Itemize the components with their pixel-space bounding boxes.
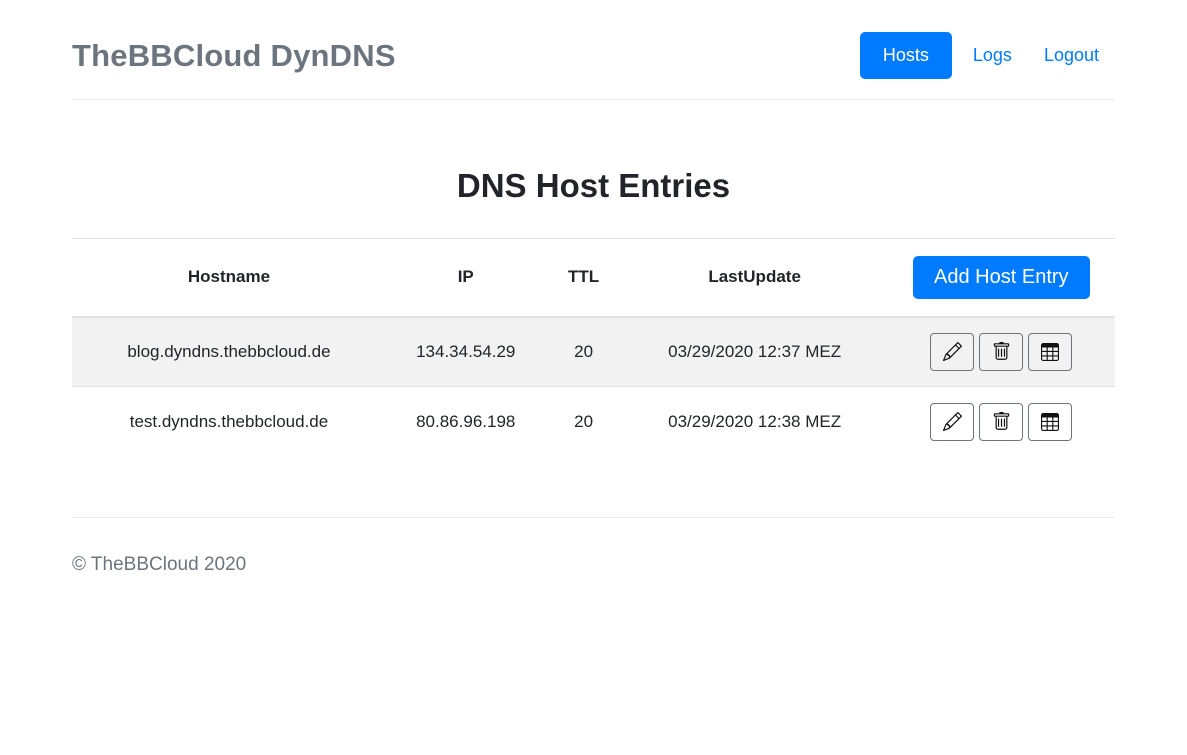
lastupdate-cell: 03/29/2020 12:38 MEZ — [622, 387, 888, 457]
page-title: DNS Host Entries — [72, 168, 1115, 204]
ttl-cell: 20 — [546, 387, 622, 457]
dns-hosts-table: Hostname IP TTL LastUpdate Add Host Entr… — [72, 238, 1115, 457]
host-details-button[interactable] — [1028, 333, 1072, 371]
nav-item-logs[interactable]: Logs — [957, 37, 1028, 74]
column-header-ip: IP — [386, 239, 546, 317]
column-header-hostname: Hostname — [72, 239, 386, 317]
site-footer: © TheBBCloud 2020 — [72, 517, 1115, 576]
ip-cell: 80.86.96.198 — [386, 387, 546, 457]
nav-item-logout[interactable]: Logout — [1028, 37, 1115, 74]
host-details-button[interactable] — [1028, 403, 1072, 441]
add-host-entry-button[interactable]: Add Host Entry — [913, 256, 1090, 299]
table-icon — [1041, 343, 1059, 361]
table-row: blog.dyndns.thebbcloud.de 134.34.54.29 2… — [72, 317, 1115, 387]
pencil-icon — [943, 412, 962, 431]
column-header-lastupdate: LastUpdate — [622, 239, 888, 317]
actions-cell — [888, 387, 1115, 457]
brand-title: TheBBCloud DynDNS — [72, 38, 396, 74]
hostname-cell: test.dyndns.thebbcloud.de — [72, 387, 386, 457]
trash-icon — [992, 342, 1011, 361]
trash-icon — [992, 412, 1011, 431]
actions-cell — [888, 317, 1115, 387]
delete-host-button[interactable] — [979, 333, 1023, 371]
ttl-cell: 20 — [546, 317, 622, 387]
column-header-actions: Add Host Entry — [888, 239, 1115, 317]
table-icon — [1041, 413, 1059, 431]
pencil-icon — [943, 342, 962, 361]
hostname-cell: blog.dyndns.thebbcloud.de — [72, 317, 386, 387]
edit-host-button[interactable] — [930, 403, 974, 441]
copyright-text: © TheBBCloud 2020 — [72, 554, 246, 575]
table-header-row: Hostname IP TTL LastUpdate Add Host Entr… — [72, 239, 1115, 317]
page-container: TheBBCloud DynDNS Hosts Logs Logout DNS … — [72, 0, 1115, 576]
edit-host-button[interactable] — [930, 333, 974, 371]
nav-item-hosts[interactable]: Hosts — [860, 32, 952, 79]
column-header-ttl: TTL — [546, 239, 622, 317]
main-nav: Hosts Logs Logout — [860, 32, 1115, 79]
site-header: TheBBCloud DynDNS Hosts Logs Logout — [72, 0, 1115, 100]
delete-host-button[interactable] — [979, 403, 1023, 441]
lastupdate-cell: 03/29/2020 12:37 MEZ — [622, 317, 888, 387]
ip-cell: 134.34.54.29 — [386, 317, 546, 387]
table-row: test.dyndns.thebbcloud.de 80.86.96.198 2… — [72, 387, 1115, 457]
